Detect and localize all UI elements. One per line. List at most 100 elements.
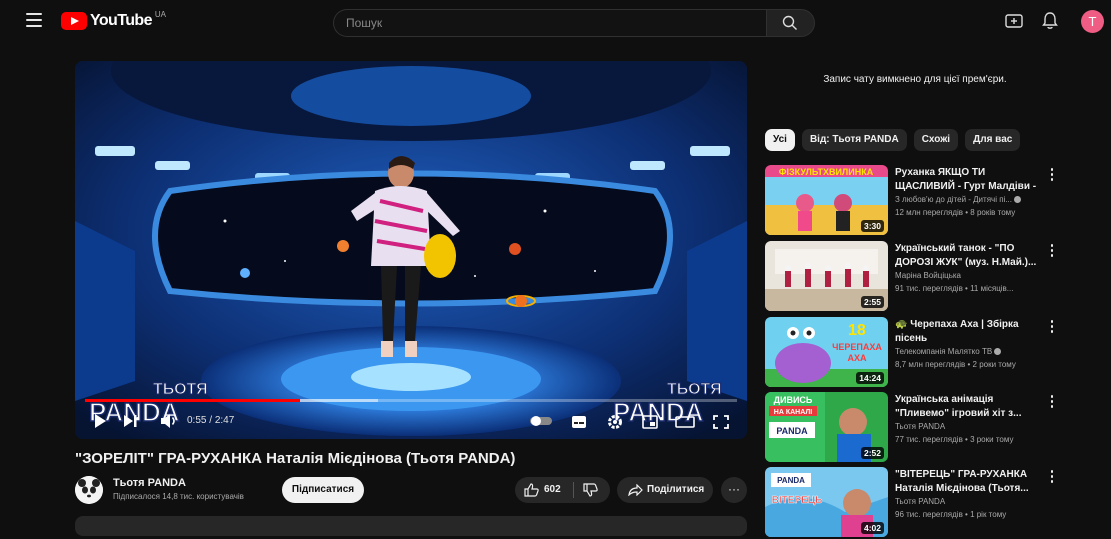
chip-for-you[interactable]: Для вас [965, 129, 1021, 151]
recommendation-channel[interactable]: Тьотя PANDA [895, 422, 1045, 431]
like-count[interactable]: 602 [544, 484, 561, 495]
settings-gear-icon[interactable] [607, 414, 623, 430]
thumbnail-caption: ФІЗКУЛЬТХВИЛИНКА [779, 167, 874, 177]
recommendation-title[interactable]: Український танок - "ПО ДОРОЗІ ЖУК" (муз… [895, 242, 1043, 270]
logo-region: UA [154, 9, 166, 19]
more-options-icon[interactable] [1048, 168, 1056, 184]
search-icon [782, 15, 797, 30]
time-current: 0:55 [187, 414, 207, 426]
more-options-icon[interactable] [1048, 470, 1056, 486]
top-bar: YouTube UA T [0, 0, 1111, 44]
search-input[interactable] [334, 10, 758, 36]
menu-icon[interactable] [26, 13, 42, 27]
miniplayer-icon[interactable] [642, 415, 658, 429]
dislike-icon[interactable] [583, 483, 598, 497]
channel-label: Телекомпанія Малятко ТВ [895, 347, 993, 356]
channel-label: З любов'ю до дітей - Дитячі пі... [895, 195, 1012, 204]
svg-text:ДИВИСЬ: ДИВИСЬ [774, 395, 813, 405]
recommendation-title[interactable]: Руханка ЯКЩО ТИ ЩАСЛИВИЙ - Гурт Малдіви … [895, 166, 1043, 194]
svg-text:18: 18 [848, 322, 866, 339]
svg-text:ТЬОТЯ: ТЬОТЯ [667, 381, 722, 398]
share-button[interactable]: Поділитися [617, 477, 713, 503]
theater-mode-icon[interactable] [675, 416, 695, 428]
youtube-logo[interactable]: YouTube UA [61, 9, 166, 30]
svg-text:ЧЕРЕПАХА: ЧЕРЕПАХА [832, 342, 882, 352]
video-duration: 2:55 [860, 296, 884, 308]
fullscreen-icon[interactable] [713, 415, 729, 429]
svg-text:ВІТЕРЕЦЬ: ВІТЕРЕЦЬ [772, 495, 823, 506]
subtitles-icon[interactable] [571, 415, 587, 429]
filter-chips: Усі Від: Тьотя PANDA Схожі Для вас [765, 129, 1021, 151]
recommendation-channel[interactable]: Тьотя PANDA [895, 497, 1045, 506]
like-icon[interactable] [524, 483, 539, 497]
svg-text:PANDA: PANDA [776, 426, 808, 436]
recommendation-channel[interactable]: Маріна Войціцька [895, 271, 1045, 280]
share-label: Поділитися [647, 484, 705, 495]
like-divider [573, 482, 574, 498]
recommendation-meta: 91 тис. переглядів • 11 місяців... [895, 284, 1014, 293]
recommendation-meta: 96 тис. переглядів • 1 рік тому [895, 510, 1007, 519]
recommendation-channel[interactable]: Телекомпанія Малятко ТВ [895, 347, 1045, 356]
logo-text: YouTube [90, 12, 152, 29]
recommendation-item[interactable]: 2:55 Український танок - "ПО ДОРОЗІ ЖУК"… [765, 241, 1095, 313]
time-display: 0:55 / 2:47 [187, 409, 234, 431]
channel-name[interactable]: Тьотя PANDA [113, 477, 186, 489]
recommendation-item[interactable]: ФІЗКУЛЬТХВИЛИНКА 3:30 Руханка ЯКЩО ТИ ЩА… [765, 165, 1095, 237]
subscriber-count: Підписалося 14,8 тис. користувачів [113, 492, 244, 501]
svg-text:НА КАНАЛІ: НА КАНАЛІ [774, 409, 812, 416]
recommendation-meta: 8,7 млн переглядів • 2 роки тому [895, 360, 1016, 369]
recommendation-title[interactable]: Українська анімація "Пливемо" ігровий хі… [895, 393, 1043, 421]
more-actions-button[interactable]: ··· [721, 477, 747, 503]
recommendation-title[interactable]: "ВІТЕРЕЦЬ" ГРА-РУХАНКА Наталія Мієдінова… [895, 468, 1043, 496]
search-box [333, 9, 766, 37]
recommendation-channel[interactable]: З любов'ю до дітей - Дитячі пі... [895, 195, 1045, 204]
recommendation-thumbnail[interactable]: 2:55 [765, 241, 888, 311]
youtube-play-icon [61, 12, 87, 30]
recommendation-meta: 77 тис. переглядів • 3 роки тому [895, 435, 1014, 444]
more-options-icon[interactable] [1048, 320, 1056, 336]
recommendation-item[interactable]: 18 ЧЕРЕПАХА АХА 14:24 🐢 Черепаха Аха | З… [765, 317, 1095, 389]
play-icon[interactable] [93, 413, 107, 429]
recommendation-item[interactable]: PANDA ВІТЕРЕЦЬ 4:02 "ВІТЕРЕЦЬ" ГРА-РУХАН… [765, 467, 1095, 539]
progress-fill [85, 399, 301, 402]
time-separator: / [206, 414, 215, 426]
recommendation-thumbnail[interactable]: PANDA ВІТЕРЕЦЬ 4:02 [765, 467, 888, 537]
channel-avatar[interactable] [75, 476, 103, 504]
autoplay-toggle-icon[interactable] [530, 416, 552, 426]
video-title: "ЗОРЕЛІТ" ГРА-РУХАНКА Наталія Мієдінова … [75, 450, 516, 467]
recommendation-thumbnail[interactable]: ДИВИСЬ НА КАНАЛІ PANDA 2:52 [765, 392, 888, 462]
recommendation-meta: 12 млн переглядів • 8 років тому [895, 208, 1016, 217]
verified-icon [1014, 196, 1022, 204]
recommendation-thumbnail[interactable]: 18 ЧЕРЕПАХА АХА 14:24 [765, 317, 888, 387]
more-options-icon[interactable] [1048, 395, 1056, 411]
chat-disabled-note: Запис чату вимкнено для цієї прем'єри. [823, 74, 1007, 85]
subscribe-button[interactable]: Підписатися [282, 477, 364, 503]
volume-icon[interactable] [160, 413, 178, 429]
video-duration: 3:30 [860, 220, 884, 232]
create-video-icon[interactable] [1005, 13, 1023, 29]
notifications-bell-icon[interactable] [1042, 11, 1058, 31]
recommendation-item[interactable]: ДИВИСЬ НА КАНАЛІ PANDA 2:52 Українська а… [765, 392, 1095, 464]
video-player[interactable]: ТЬОТЯ PANDA ТЬОТЯ PANDA 0:55 / 2:47 [75, 61, 747, 439]
video-duration: 14:24 [856, 372, 884, 384]
svg-text:PANDA: PANDA [777, 476, 805, 485]
video-duration: 4:02 [860, 522, 884, 534]
share-icon [628, 484, 643, 496]
more-options-icon[interactable] [1048, 244, 1056, 260]
search-bar [333, 9, 815, 37]
panda-avatar-icon [75, 476, 103, 504]
video-duration: 2:52 [860, 447, 884, 459]
next-icon[interactable] [123, 414, 137, 428]
recommendation-thumbnail[interactable]: ФІЗКУЛЬТХВИЛИНКА 3:30 [765, 165, 888, 235]
description-box[interactable] [75, 516, 747, 536]
video-frame: ТЬОТЯ PANDA ТЬОТЯ PANDA [75, 61, 747, 439]
search-button[interactable] [766, 9, 815, 37]
like-dislike-group: 602 [515, 477, 610, 503]
recommendation-title[interactable]: 🐢 Черепаха Аха | Збірка пісень [895, 318, 1043, 346]
progress-bar[interactable] [85, 399, 737, 402]
user-avatar[interactable]: T [1081, 10, 1104, 33]
svg-text:ТЬОТЯ: ТЬОТЯ [153, 381, 208, 398]
chip-from-channel[interactable]: Від: Тьотя PANDA [801, 129, 907, 151]
chip-all[interactable]: Усі [765, 129, 795, 151]
chip-related[interactable]: Схожі [913, 129, 959, 151]
